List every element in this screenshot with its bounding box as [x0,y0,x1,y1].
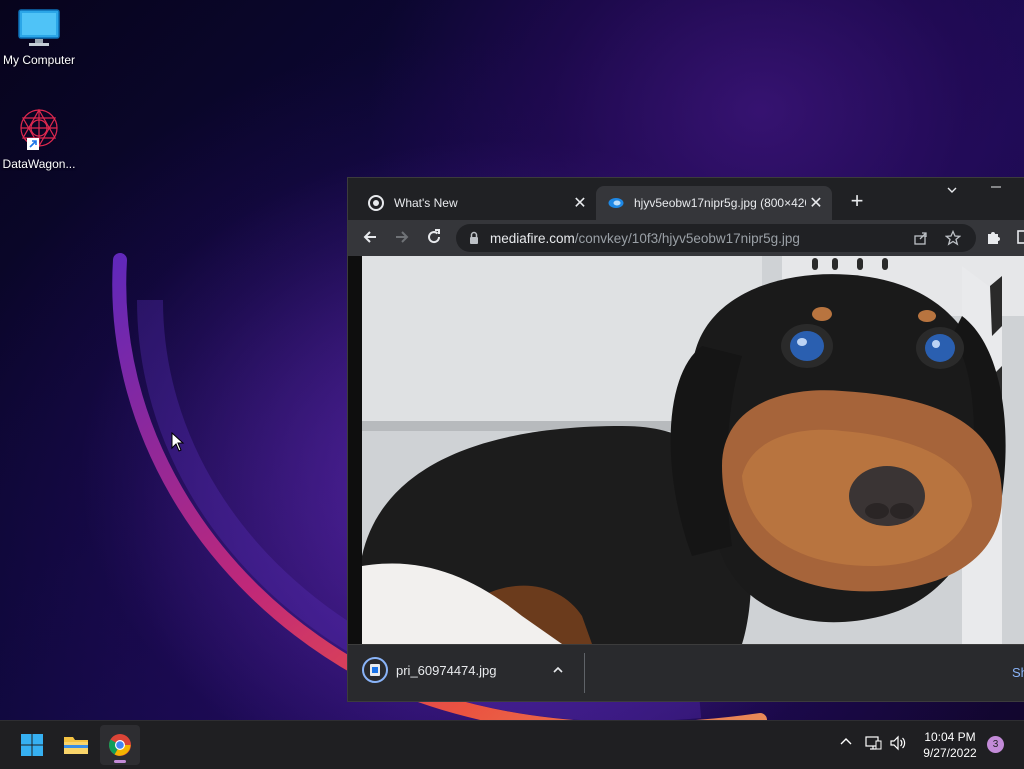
back-button[interactable] [360,228,380,248]
extensions-puzzle-icon[interactable] [984,228,1004,248]
page-content [348,256,1024,644]
windows-logo-icon [21,734,43,756]
tab-title: What's New [394,196,458,210]
chrome-taskbar-button[interactable] [100,725,140,765]
share-icon[interactable] [912,230,930,248]
address-bar[interactable]: mediafire.com /convkey/10f3/hjyv5eobw17n… [456,224,976,252]
url-domain: mediafire.com [490,230,575,246]
volume-icon[interactable] [888,735,908,755]
forward-button[interactable] [392,228,412,248]
folder-icon [64,737,88,754]
lock-icon [468,231,480,245]
minimize-button[interactable] [986,180,1006,200]
computer-icon [18,9,60,46]
url-path: /convkey/10f3/hjyv5eobw17nipr5g.jpg [574,230,800,246]
chrome-icon [109,734,131,756]
side-panel-icon[interactable] [1014,228,1024,248]
chevron-down-icon[interactable] [942,184,962,204]
tab-image[interactable]: hjyv5eobw17nipr5g.jpg (800×420) ✕ [596,186,832,220]
dog-photo [362,256,1024,644]
desktop-icon-label: My Computer [2,53,76,67]
download-bar: pri_60974474.jpg Sh [348,644,1024,701]
reload-button[interactable] [424,228,444,248]
tab-close-icon[interactable]: ✕ [806,193,826,213]
clock-date: 9/27/2022 [923,746,977,760]
network-icon[interactable] [863,735,883,755]
new-tab-button[interactable]: + [846,190,868,212]
desktop-icon-my-computer[interactable]: My Computer [0,8,78,67]
download-filename: pri_60974474.jpg [396,662,497,678]
browser-toolbar: mediafire.com /convkey/10f3/hjyv5eobw17n… [348,220,1024,256]
desktop-icon-label: DataWagon... [2,157,76,171]
file-explorer-button[interactable] [56,725,96,765]
download-item[interactable]: pri_60974474.jpg [362,657,496,683]
active-app-indicator [114,760,126,763]
tab-whats-new[interactable]: What's New ✕ [356,186,596,220]
dachshund-image [362,256,1024,644]
chrome-icon [368,195,384,211]
desktop-icon-datawagon[interactable]: DataWagon... [0,106,78,171]
clock-time: 10:04 PM [924,730,976,744]
browser-window[interactable]: What's New ✕ hjyv5eobw17nipr5g.jpg (800×… [348,178,1024,701]
mediafire-icon [608,195,624,211]
system-clock[interactable]: 10:04 PM 9/27/2022 [914,729,986,761]
tab-strip: What's New ✕ hjyv5eobw17nipr5g.jpg (800×… [348,178,1024,220]
divider [584,653,585,693]
taskbar: 10:04 PM 9/27/2022 3 [0,720,1024,769]
datawagon-icon [20,108,58,150]
chevron-up-icon[interactable] [552,663,564,679]
notification-badge[interactable]: 3 [987,736,1004,753]
start-button[interactable] [12,725,52,765]
bookmark-star-icon[interactable] [944,229,962,248]
mouse-cursor-icon [171,432,185,452]
chevron-up-icon[interactable] [836,735,856,755]
tab-title: hjyv5eobw17nipr5g.jpg (800×420) [634,196,806,210]
tab-close-icon[interactable]: ✕ [570,193,590,213]
show-all-link[interactable]: Sh [1012,665,1024,680]
image-file-icon [362,657,388,683]
